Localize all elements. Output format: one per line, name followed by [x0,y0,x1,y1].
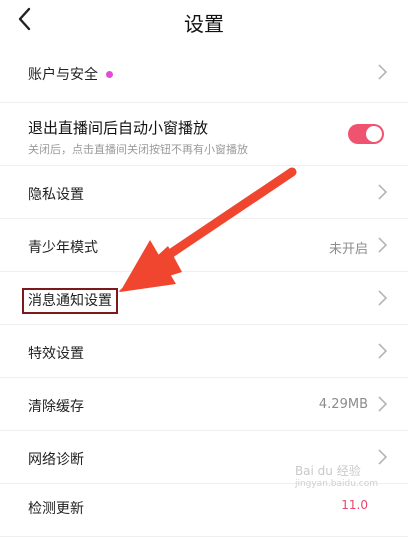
auto-mini-window-toggle[interactable] [348,124,384,144]
settings-item-description: 关闭后，点击直播间关闭按钮不再有小窗播放 [28,143,248,156]
chevron-right-icon [378,184,388,200]
watermark: Bai du 经验 jingyan.baidu.com [295,462,378,489]
watermark-subtext: jingyan.baidu.com [294,479,378,489]
chevron-right-icon [378,64,388,80]
toggle-knob [366,126,382,142]
settings-item-privacy[interactable]: 隐私设置 [0,166,408,219]
update-version: 11.0 [341,498,368,512]
settings-item-label: 网络诊断 [28,452,84,468]
top-bar: 设置 [0,0,408,40]
watermark-text: Bai du 经验 [294,464,361,478]
page-title: 设置 [184,12,224,36]
chevron-right-icon [378,396,388,412]
settings-item-auto-mini-window: 退出直播间后自动小窗播放 关闭后，点击直播间关闭按钮不再有小窗播放 [0,103,408,166]
settings-item-clear-cache[interactable]: 清除缓存 4.29MB [0,378,408,431]
settings-item-label: 退出直播间后自动小窗播放 [28,119,209,137]
settings-item-label: 特效设置 [28,346,84,362]
chevron-right-icon [378,343,388,359]
chevron-right-icon [378,237,388,253]
settings-item-label: 清除缓存 [28,399,84,415]
settings-item-effects[interactable]: 特效设置 [0,325,408,378]
settings-item-label: 检测更新 [28,501,84,517]
settings-item-label: 隐私设置 [28,187,84,203]
settings-item-label: 青少年模式 [28,240,98,256]
chevron-right-icon [378,290,388,306]
teen-mode-status: 未开启 [328,242,368,257]
settings-item-account-security[interactable]: 账户与安全 [0,40,408,103]
settings-item-teen-mode[interactable]: 青少年模式 未开启 [0,219,408,272]
cache-size: 4.29MB [318,397,368,412]
notification-dot-icon [106,70,113,78]
settings-item-label: 账户与安全 [28,64,113,84]
annotation-highlight-box [22,288,118,314]
